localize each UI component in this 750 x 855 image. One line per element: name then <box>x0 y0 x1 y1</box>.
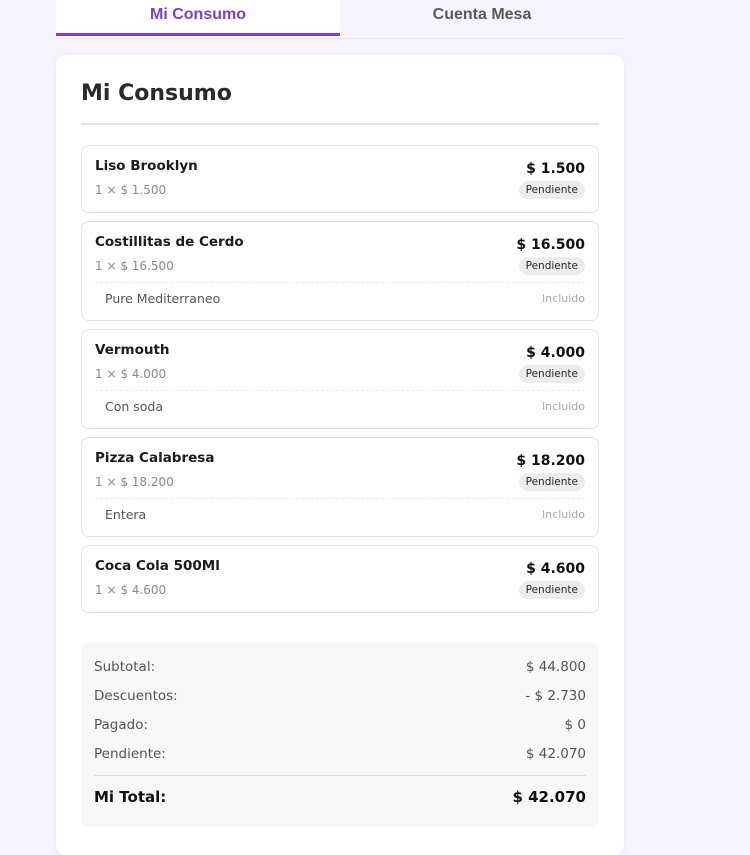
item-name: Liso Brooklyn <box>95 158 198 174</box>
item-name: Costillitas de Cerdo <box>95 234 244 250</box>
discounts-value: - $ 2.730 <box>525 688 586 704</box>
modifier-status: Incluido <box>541 508 585 521</box>
item-name: Vermouth <box>95 342 170 358</box>
page-title: Mi Consumo <box>81 81 232 106</box>
modifier-name: Pure Mediterraneo <box>105 291 221 306</box>
summary-divider <box>94 775 586 776</box>
modifier-name: Con soda <box>105 399 164 414</box>
item-modifier: Pure Mediterraneo Incluido <box>95 282 585 307</box>
total-row: Mi Total: $ 42.070 <box>94 788 586 807</box>
paid-label: Pagado: <box>94 717 149 733</box>
list-item: Pizza Calabresa 1 × $ 18.200 $ 18.200 Pe… <box>81 437 599 537</box>
item-modifier: Con soda Incluido <box>95 390 585 415</box>
modifier-status: Incluido <box>541 292 585 305</box>
pending-row: Pendiente: $ 42.070 <box>94 746 586 763</box>
status-badge: Pendiente <box>518 581 585 599</box>
item-quantity: 1 × $ 18.200 <box>95 475 174 489</box>
discounts-label: Descuentos: <box>94 688 178 704</box>
paid-row: Pagado: $ 0 <box>94 717 586 734</box>
discounts-row: Descuentos: - $ 2.730 <box>94 688 586 705</box>
tab-bar: Mi Consumo Cuenta Mesa <box>56 0 624 39</box>
list-item: Vermouth 1 × $ 4.000 $ 4.000 Pendiente C… <box>81 329 599 429</box>
modifier-name: Entera <box>105 507 147 522</box>
pending-value: $ 42.070 <box>525 746 586 762</box>
total-label: Mi Total: <box>94 788 167 806</box>
item-quantity: 1 × $ 4.000 <box>95 367 167 381</box>
item-name: Pizza Calabresa <box>95 450 215 466</box>
item-price: $ 18.200 <box>516 453 585 469</box>
item-quantity: 1 × $ 16.500 <box>95 259 174 273</box>
item-price: $ 4.000 <box>526 345 585 361</box>
modifier-status: Incluido <box>541 400 585 413</box>
status-badge: Pendiente <box>518 181 585 199</box>
item-price: $ 4.600 <box>526 561 585 577</box>
title-divider <box>81 123 599 125</box>
list-item: Costillitas de Cerdo 1 × $ 16.500 $ 16.5… <box>81 221 599 321</box>
paid-value: $ 0 <box>564 717 586 733</box>
status-badge: Pendiente <box>518 257 585 275</box>
item-price: $ 1.500 <box>526 161 585 177</box>
total-value: $ 42.070 <box>512 788 586 806</box>
tab-mi-consumo[interactable]: Mi Consumo <box>56 0 340 36</box>
items-list: Liso Brooklyn 1 × $ 1.500 $ 1.500 Pendie… <box>81 145 599 621</box>
list-item: Liso Brooklyn 1 × $ 1.500 $ 1.500 Pendie… <box>81 145 599 213</box>
consumption-card: Mi Consumo Liso Brooklyn 1 × $ 1.500 $ 1… <box>56 55 624 855</box>
subtotal-label: Subtotal: <box>94 659 156 675</box>
totals-summary: Subtotal: $ 44.800 Descuentos: - $ 2.730… <box>81 643 599 827</box>
item-name: Coca Cola 500Ml <box>95 558 220 574</box>
status-badge: Pendiente <box>518 473 585 491</box>
status-badge: Pendiente <box>518 365 585 383</box>
item-quantity: 1 × $ 1.500 <box>95 183 167 197</box>
pending-label: Pendiente: <box>94 746 166 762</box>
subtotal-row: Subtotal: $ 44.800 <box>94 659 586 676</box>
list-item: Coca Cola 500Ml 1 × $ 4.600 $ 4.600 Pend… <box>81 545 599 613</box>
item-modifier: Entera Incluido <box>95 498 585 523</box>
item-price: $ 16.500 <box>516 237 585 253</box>
subtotal-value: $ 44.800 <box>525 659 586 675</box>
item-quantity: 1 × $ 4.600 <box>95 583 167 597</box>
tab-cuenta-mesa[interactable]: Cuenta Mesa <box>340 0 624 38</box>
